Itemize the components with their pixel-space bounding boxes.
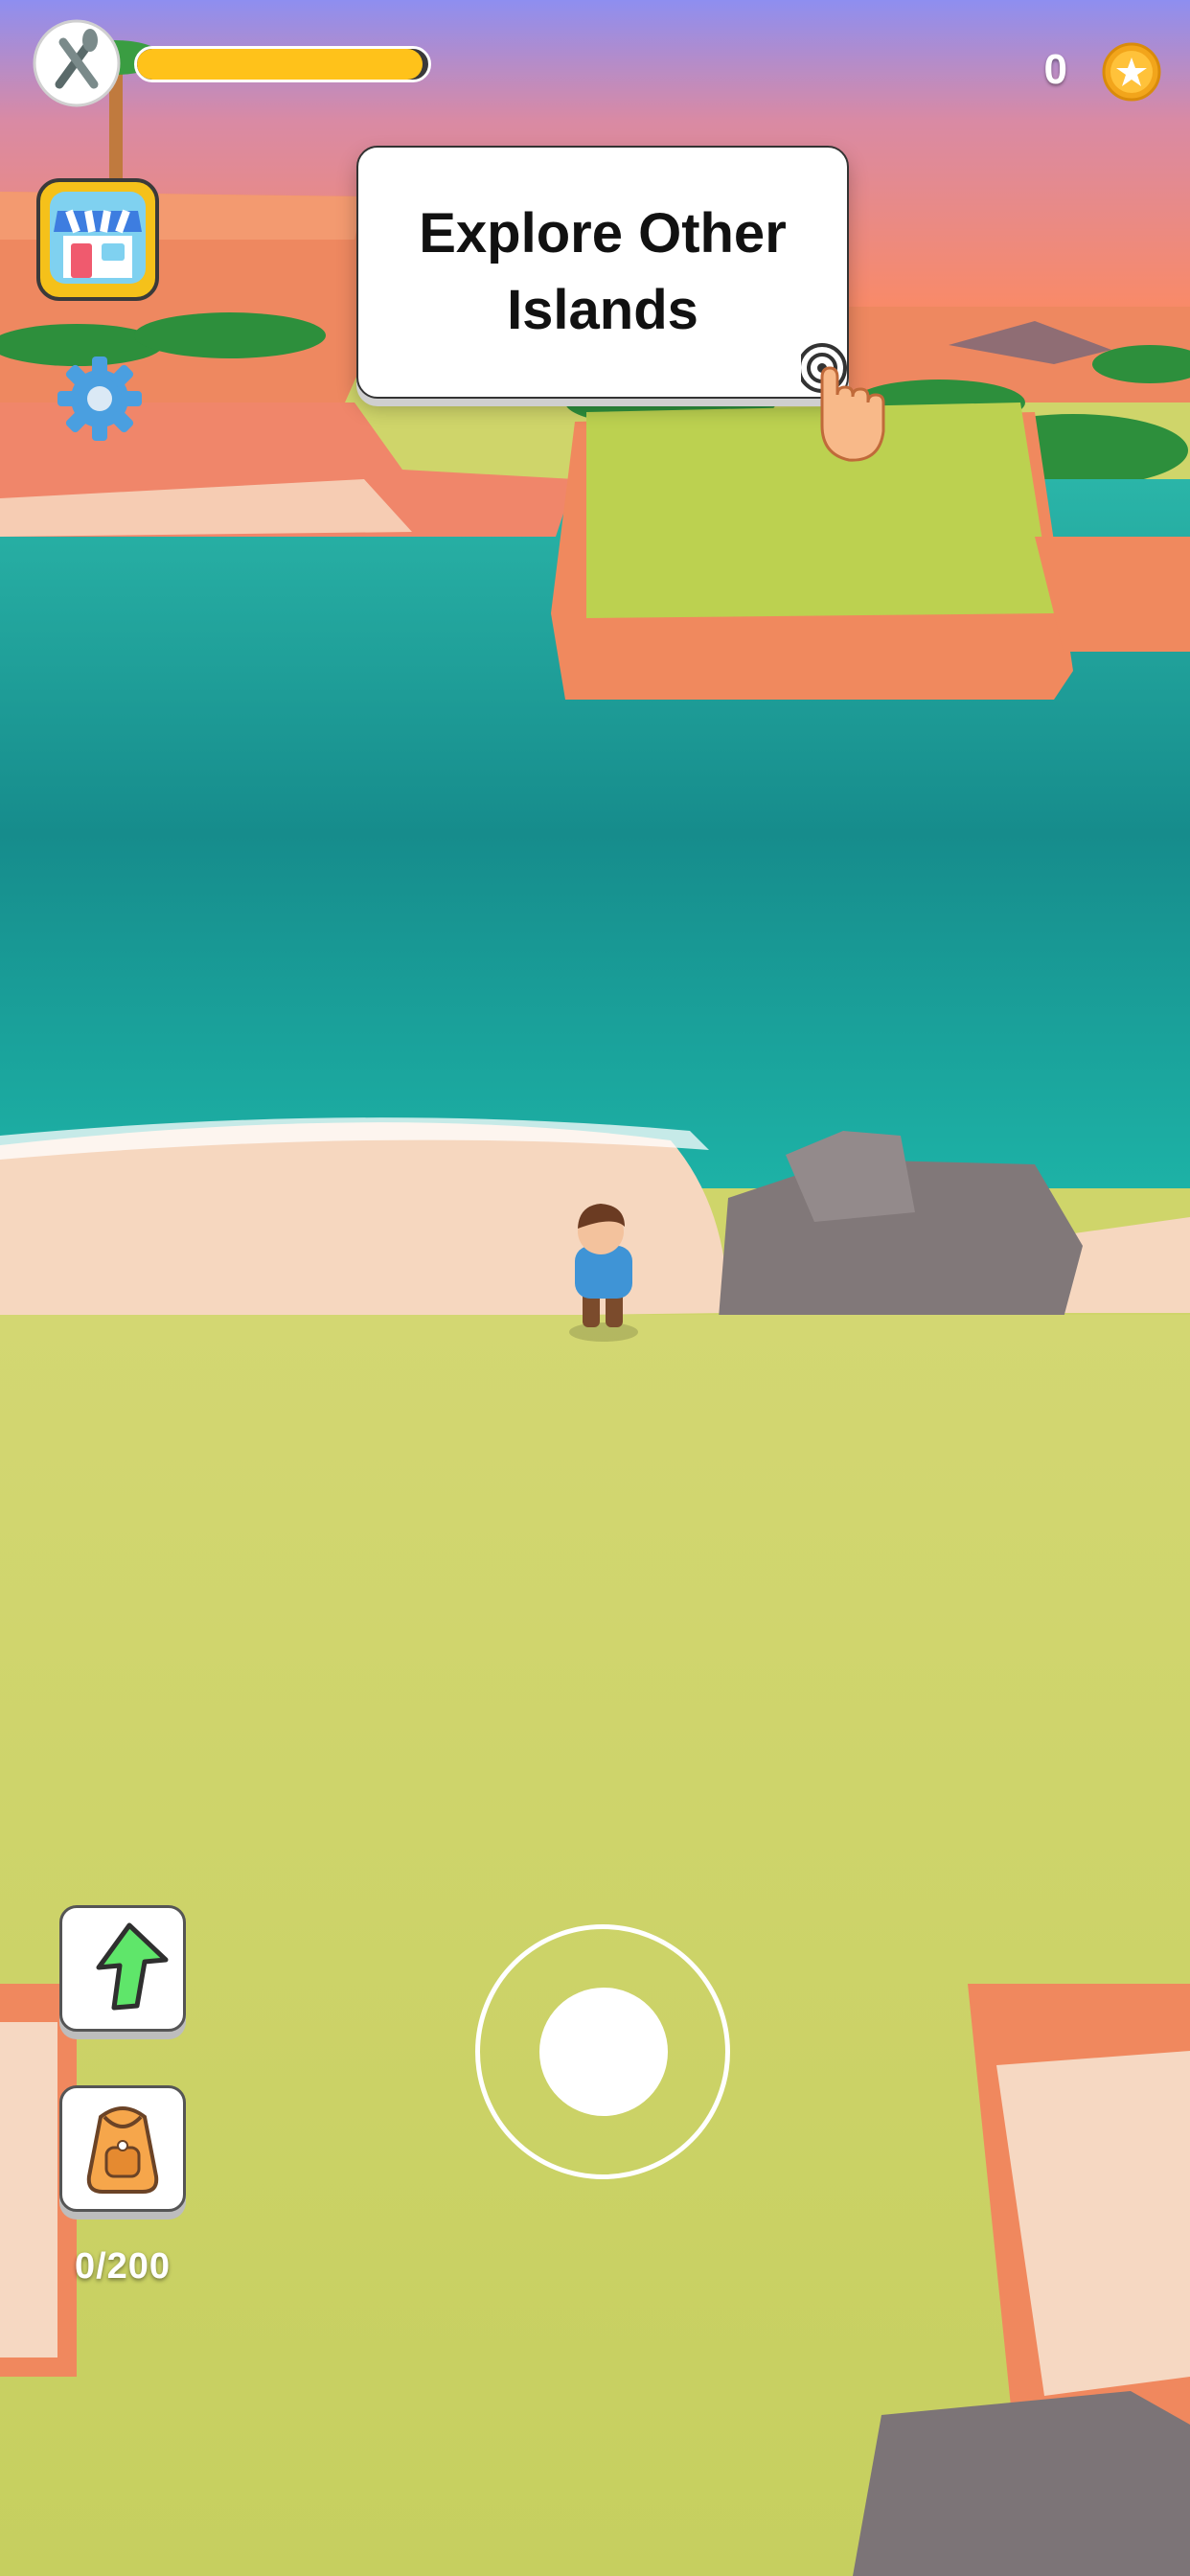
fork-knife-icon [31, 17, 123, 109]
backpack-icon [86, 2106, 159, 2194]
backpack-button[interactable] [59, 2085, 186, 2212]
tutorial-tooltip[interactable]: Explore Other Islands [356, 146, 849, 399]
coin-count: 0 [1043, 46, 1067, 93]
upgrade-button[interactable] [59, 1905, 186, 2032]
tooltip-text: Explore Other Islands [419, 202, 787, 341]
foreground-rock [853, 2391, 1190, 2576]
coin-star-icon [1102, 42, 1161, 102]
joystick-knob[interactable] [539, 1988, 668, 2116]
hunger-bar [134, 46, 431, 82]
hunger-bar-fill [137, 49, 423, 80]
tap-hand-icon [797, 339, 897, 473]
green-arrow-up-icon [96, 1922, 169, 2011]
shop-button[interactable] [34, 176, 161, 303]
backpack-capacity: 0/200 [74, 2246, 172, 2287]
gear-icon[interactable] [50, 349, 149, 448]
